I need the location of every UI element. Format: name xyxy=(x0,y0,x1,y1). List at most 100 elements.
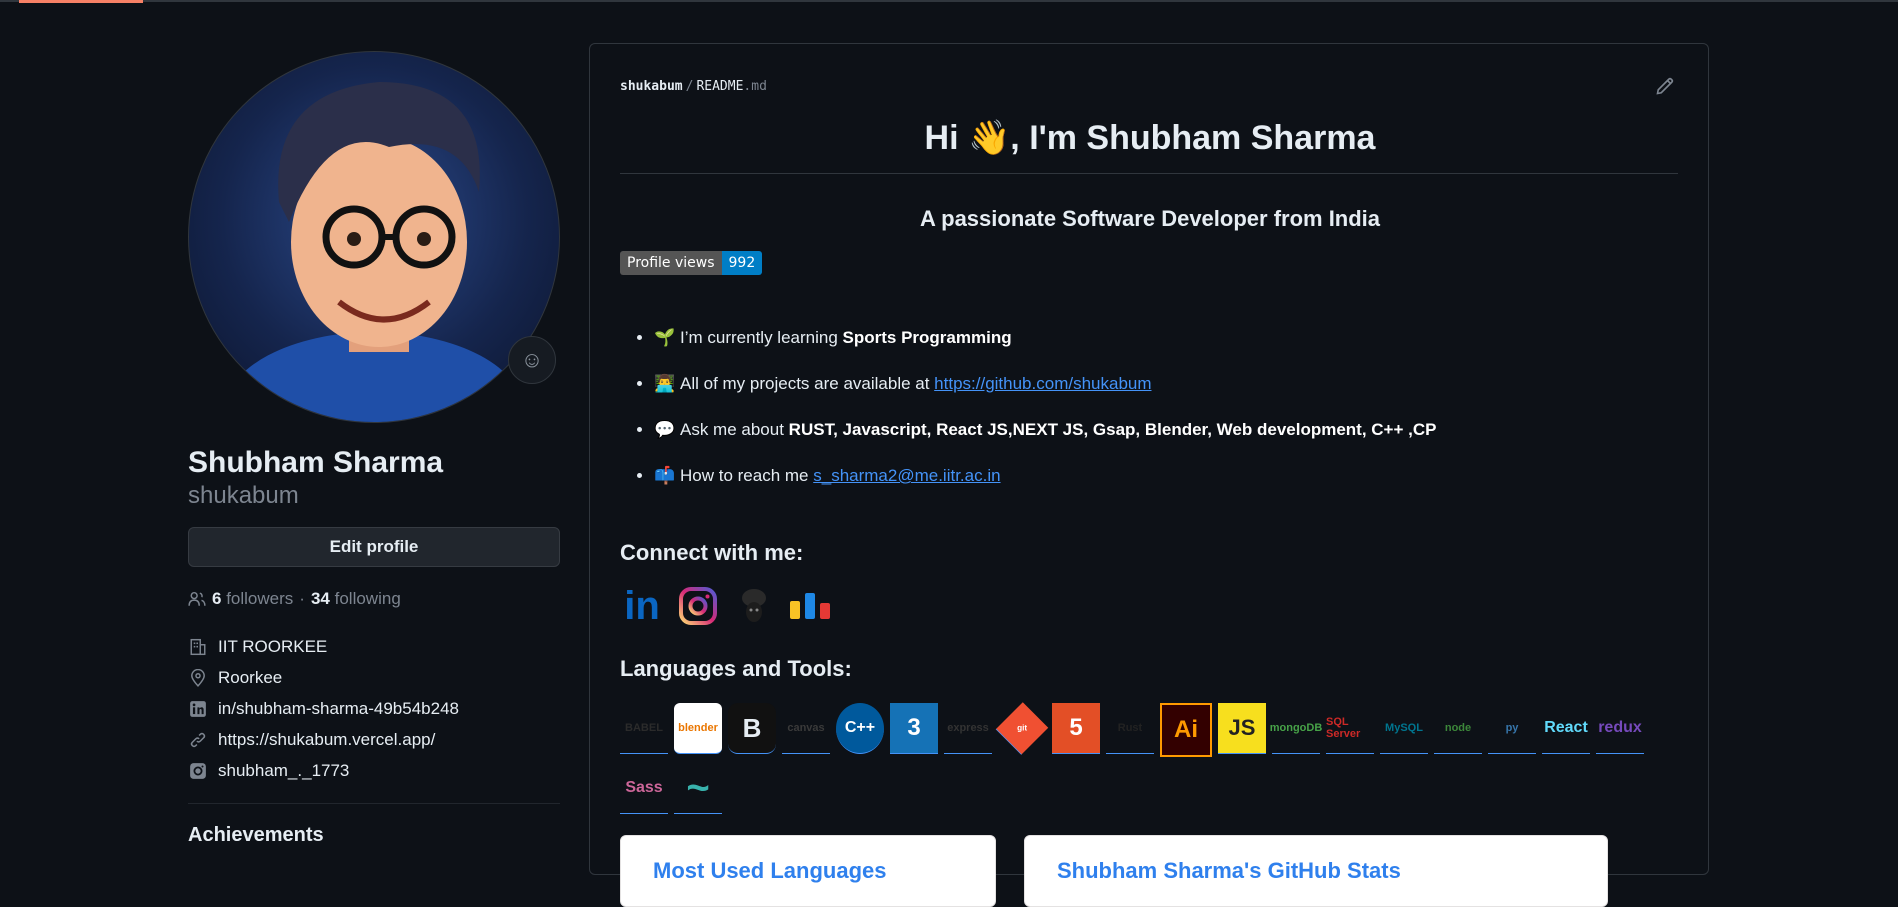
bootstrap-icon[interactable]: B xyxy=(728,703,776,754)
javascript-icon[interactable]: JS xyxy=(1218,703,1266,754)
location-text: Roorkee xyxy=(218,667,283,687)
social-links: in xyxy=(620,584,832,628)
linkedin-glyph: in xyxy=(624,584,660,628)
profile-sidebar: ☺ Shubham Sharma shukabum Edit profile 6… xyxy=(188,51,560,847)
technologist-icon: 👨‍💻 xyxy=(654,374,676,393)
canvas-icon[interactable]: canvas xyxy=(782,703,830,754)
detail-website[interactable]: https://shukabum.vercel.app/ xyxy=(188,724,560,755)
react-icon[interactable]: React xyxy=(1542,703,1590,754)
breadcrumb-extension: .md xyxy=(743,79,767,94)
mongodb-icon[interactable]: mongoDB xyxy=(1269,703,1323,754)
redux-icon[interactable]: redux xyxy=(1596,703,1644,754)
codechef-icon[interactable] xyxy=(732,584,776,628)
codeforces-icon[interactable] xyxy=(788,584,832,628)
instagram-link[interactable]: shubham_._1773 xyxy=(218,761,349,781)
list-item: 🌱I’m currently learning Sports Programmi… xyxy=(654,324,1704,370)
email-link[interactable]: s_sharma2@me.iitr.ac.in xyxy=(813,466,1000,485)
profile-views-badge[interactable]: Profile views 992 xyxy=(620,251,763,275)
detail-organization: IIT ROORKEE xyxy=(188,631,560,662)
bootstrap-icon-label: B xyxy=(742,712,762,743)
item-bold: RUST, Javascript, React JS,NEXT JS, Gsap… xyxy=(788,420,1437,439)
readme-subtitle: A passionate Software Developer from Ind… xyxy=(919,206,1381,231)
html5-icon[interactable]: 5 xyxy=(1052,703,1100,754)
redux-icon-label: redux xyxy=(1598,719,1642,736)
detail-instagram[interactable]: shubham_._1773 xyxy=(188,755,560,786)
css3-icon[interactable]: 3 xyxy=(890,703,938,754)
edit-readme-button[interactable] xyxy=(1655,76,1677,98)
mysql-icon[interactable]: MySQL xyxy=(1380,703,1428,754)
mongodb-icon-label: mongoDB xyxy=(1269,722,1323,734)
illustrator-icon[interactable]: Ai xyxy=(1160,703,1212,757)
detail-linkedin[interactable]: in/shubham-sharma-49b54b248 xyxy=(188,693,560,724)
badge-value: 992 xyxy=(721,251,763,275)
item-text: Ask me about xyxy=(680,420,789,439)
seedling-icon: 🌱 xyxy=(654,328,676,347)
sass-icon[interactable]: Sass xyxy=(620,763,668,814)
html5-icon-label: 5 xyxy=(1069,714,1083,741)
express-icon[interactable]: express xyxy=(944,703,992,754)
tailwind-icon-label: ~ xyxy=(686,765,710,810)
blender-icon-label: blender xyxy=(678,722,718,734)
followers-link[interactable]: 6 followers xyxy=(212,589,293,609)
connect-heading: Connect with me: xyxy=(620,540,804,565)
css3-icon-label: 3 xyxy=(907,714,921,741)
languages-card[interactable]: Most Used Languages xyxy=(620,835,996,907)
babel-icon[interactable]: BABEL xyxy=(620,703,668,754)
link-icon xyxy=(188,730,208,750)
rust-icon[interactable]: Rust xyxy=(1106,703,1154,754)
nodejs-icon[interactable]: node xyxy=(1434,703,1482,754)
illustrator-icon-label: Ai xyxy=(1174,716,1198,743)
instagram-small-icon xyxy=(188,761,208,781)
profile-fullname: Shubham Sharma xyxy=(188,446,444,479)
breadcrumb-file[interactable]: README xyxy=(696,79,743,94)
mailbox-icon: 📫 xyxy=(654,466,676,485)
followers-label: followers xyxy=(226,589,294,608)
nodejs-icon-label: node xyxy=(1444,722,1472,734)
github-link[interactable]: https://github.com/shukabum xyxy=(934,374,1151,393)
canvas-icon-label: canvas xyxy=(787,722,825,734)
linkedin-link[interactable]: in/shubham-sharma-49b54b248 xyxy=(218,699,459,719)
avatar-illustration xyxy=(224,82,524,422)
item-text: How to reach me xyxy=(680,466,814,485)
following-count: 34 xyxy=(310,589,330,608)
avatar[interactable] xyxy=(188,51,560,423)
list-item: 👨‍💻All of my projects are available at h… xyxy=(654,370,1704,416)
github-stats-card[interactable]: Shubham Sharma's GitHub Stats xyxy=(1024,835,1608,907)
set-status-button[interactable]: ☺ xyxy=(508,336,556,384)
sidebar-divider xyxy=(188,803,560,804)
breadcrumb-user[interactable]: shukabum xyxy=(620,79,683,94)
people-icon xyxy=(188,591,206,606)
following-label: following xyxy=(334,589,401,608)
profile-username: shukabum xyxy=(188,482,299,509)
cplusplus-icon[interactable]: C++ xyxy=(836,703,884,754)
tools-grid: BABEL blender Bcanvas C++ 3 express git 5 Rust Ai… xyxy=(620,702,1680,814)
website-link[interactable]: https://shukabum.vercel.app/ xyxy=(218,730,435,750)
readme-breadcrumb: shukabum / README.md xyxy=(620,79,767,94)
following-link[interactable]: 34 following xyxy=(311,589,401,609)
python-icon-label: py xyxy=(1505,722,1519,734)
react-icon-label: React xyxy=(1544,719,1588,736)
follow-separator: · xyxy=(299,589,305,608)
title-rule xyxy=(620,173,1678,174)
mssql-icon-label: SQL Server xyxy=(1326,716,1361,740)
organization-icon xyxy=(188,637,208,657)
readme-card: shukabum / README.md Hi 👋, I'm Shubham Sha… xyxy=(589,43,1709,907)
tailwind-icon[interactable]: ~ xyxy=(674,763,722,814)
about-list: 🌱I’m currently learning Sports Programmi… xyxy=(620,324,1704,508)
python-icon[interactable]: py xyxy=(1488,703,1536,754)
blender-icon[interactable]: blender xyxy=(674,703,722,754)
speech-bubble-icon: 💬 xyxy=(654,420,676,439)
followers-count: 6 xyxy=(212,589,222,608)
mssql-icon[interactable]: SQL Server xyxy=(1326,703,1374,754)
item-text: All of my projects are available at xyxy=(680,374,935,393)
readme-title: Hi 👋, I'm Shubham Sharma xyxy=(924,119,1376,157)
item-text: I’m currently learning xyxy=(680,328,843,347)
instagram-icon[interactable] xyxy=(676,584,720,628)
linkedin-small-icon xyxy=(188,699,208,719)
avatar-container: ☺ xyxy=(188,51,560,423)
linkedin-icon[interactable]: in xyxy=(620,584,664,628)
badge-label: Profile views xyxy=(620,251,722,275)
git-icon[interactable]: git xyxy=(995,702,1049,755)
pencil-icon xyxy=(1656,77,1674,95)
edit-profile-button[interactable]: Edit profile xyxy=(188,527,560,567)
